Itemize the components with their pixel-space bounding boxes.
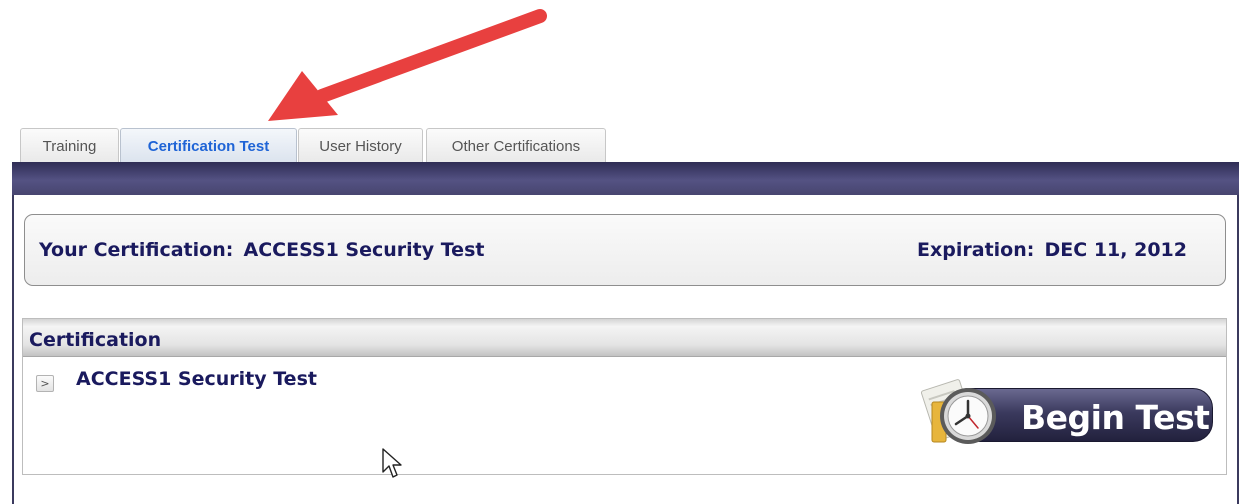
certification-info: Your Certification: ACCESS1 Security Tes…	[39, 239, 484, 261]
begin-test-button[interactable]: Begin Test	[918, 370, 1214, 454]
frame-header-bar	[12, 162, 1239, 195]
certification-item-name: ACCESS1 Security Test	[76, 368, 317, 390]
tab-certification-test[interactable]: Certification Test	[120, 128, 297, 163]
expiration-label: Expiration:	[917, 239, 1035, 261]
certification-label: Your Certification:	[39, 239, 234, 261]
certification-info-panel: Your Certification: ACCESS1 Security Tes…	[24, 214, 1226, 286]
tab-training[interactable]: Training	[20, 128, 119, 163]
certification-section-header: Certification	[23, 319, 1226, 357]
begin-test-label: Begin Test	[1021, 398, 1210, 437]
tab-other-certifications[interactable]: Other Certifications	[426, 128, 606, 163]
certification-section-title: Certification	[29, 329, 162, 351]
expiration-info: Expiration: DEC 11, 2012	[917, 239, 1187, 261]
clock-document-icon	[920, 379, 996, 444]
tab-user-history[interactable]: User History	[298, 128, 423, 163]
expand-button[interactable]: >	[36, 375, 54, 392]
red-arrow-icon	[268, 9, 547, 121]
expiration-value: DEC 11, 2012	[1044, 239, 1187, 261]
certification-value: ACCESS1 Security Test	[243, 239, 485, 261]
mouse-cursor-icon	[382, 448, 402, 478]
